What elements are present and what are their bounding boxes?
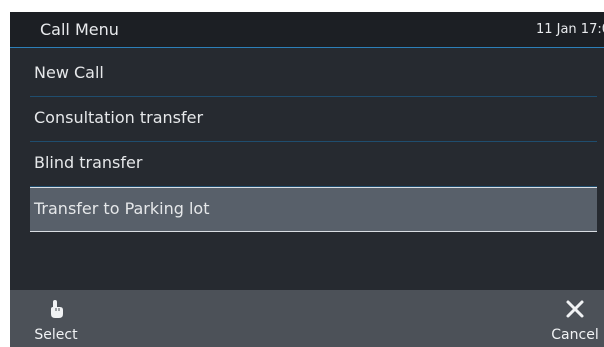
softkey-bar: Select Cancel: [10, 290, 604, 347]
call-menu-list: New Call Consultation transfer Blind tra…: [30, 52, 597, 232]
page-title: Call Menu: [40, 20, 119, 39]
phone-screen: Call Menu 11 Jan 17:0 New Call Consultat…: [10, 12, 604, 347]
touch-icon: [51, 300, 63, 318]
cancel-button-label: Cancel: [551, 327, 599, 343]
select-button-label: Select: [34, 327, 78, 343]
cancel-button[interactable]: Cancel: [547, 290, 603, 347]
menu-item-label: Transfer to Parking lot: [34, 199, 210, 218]
close-icon: [566, 300, 584, 318]
menu-item-label: Consultation transfer: [34, 108, 204, 127]
menu-item-label: Blind transfer: [34, 153, 143, 172]
menu-item-label: New Call: [34, 63, 104, 82]
date-time: 11 Jan 17:0: [535, 22, 604, 37]
menu-item-new-call[interactable]: New Call: [30, 52, 597, 97]
menu-item-consultation-transfer[interactable]: Consultation transfer: [30, 97, 597, 142]
header-bar: Call Menu 11 Jan 17:0: [10, 12, 604, 48]
select-button[interactable]: Select: [30, 290, 82, 347]
menu-item-transfer-to-parking-lot[interactable]: Transfer to Parking lot: [30, 187, 597, 232]
menu-item-blind-transfer[interactable]: Blind transfer: [30, 142, 597, 187]
